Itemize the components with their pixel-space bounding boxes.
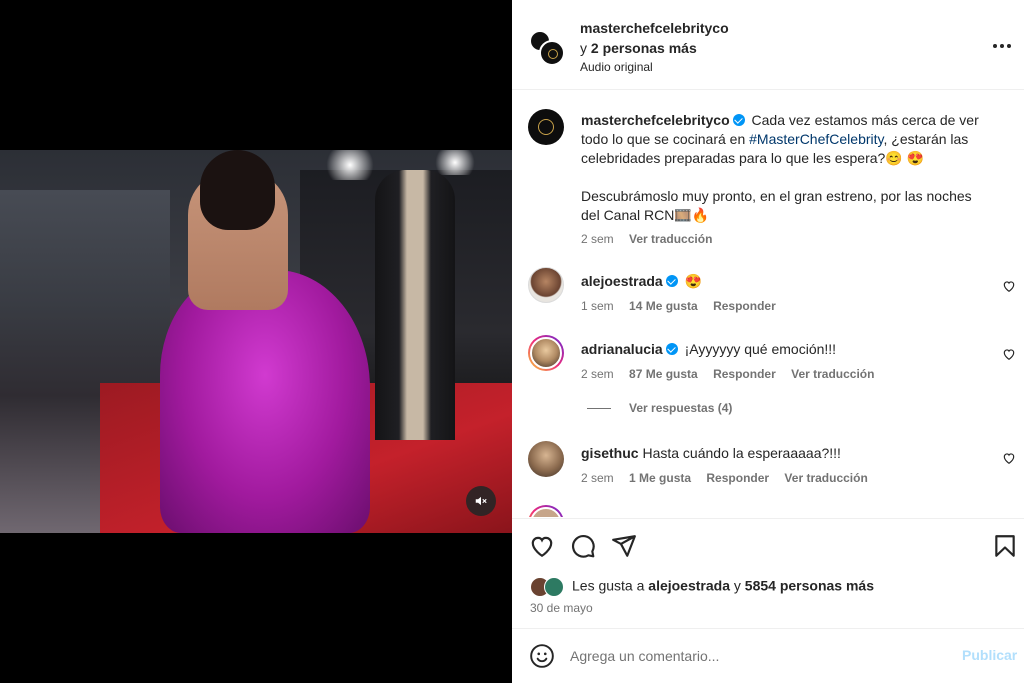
stage-light <box>430 150 480 175</box>
post-video[interactable] <box>0 150 512 533</box>
caption-part: Descubrámoslo muy pronto, en el gran est… <box>581 188 972 223</box>
translate-link[interactable]: Ver traducción <box>784 471 867 485</box>
avatar[interactable] <box>528 505 564 517</box>
post-header: masterchefcelebrityco y 2 personas más A… <box>512 0 1024 90</box>
heart-icon[interactable] <box>1002 451 1016 465</box>
comment-text: alejoestrada 😍 <box>581 272 981 291</box>
verified-icon <box>732 114 745 126</box>
avatar[interactable] <box>528 441 564 477</box>
comment-body: 😍 <box>684 273 703 289</box>
comment-meta: 1 sem 14 Me gusta Responder <box>581 299 788 313</box>
comment-meta: 2 sem 1 Me gusta Responder Ver traducció… <box>581 471 880 485</box>
comment-username[interactable]: adrianalucia <box>581 341 663 357</box>
comment-username[interactable]: gisethuc <box>581 445 639 461</box>
view-replies-button[interactable]: Ver respuestas (4) <box>581 401 732 415</box>
liker-avatars <box>530 577 570 597</box>
avatar[interactable] <box>528 335 564 371</box>
emoji-icon[interactable] <box>529 643 555 669</box>
heart-icon[interactable] <box>1002 279 1016 293</box>
caption-username[interactable]: masterchefcelebrityco <box>581 112 730 128</box>
mute-button[interactable] <box>466 486 496 516</box>
comment-body: ¡Ayyyyyy qué emoción!!! <box>684 341 837 357</box>
stage-light <box>320 150 380 180</box>
woman-hair <box>200 150 275 230</box>
timestamp[interactable]: 2 sem <box>581 367 614 381</box>
collab-others-count: 2 personas más <box>590 40 697 56</box>
liker-username[interactable]: alejoestrada <box>648 578 730 594</box>
avatar[interactable] <box>528 267 564 303</box>
comment-icon[interactable] <box>570 533 596 559</box>
avatar <box>539 40 565 66</box>
timestamp[interactable]: 2 sem <box>581 471 614 485</box>
comment-meta: 2 sem 87 Me gusta Responder Ver traducci… <box>581 367 886 381</box>
translate-link[interactable]: Ver traducción <box>629 232 712 246</box>
likes-prefix: Les gusta a <box>572 577 645 594</box>
reply-button[interactable]: Responder <box>706 471 769 485</box>
likes-count[interactable]: 87 Me gusta <box>629 367 698 381</box>
collab-avatars[interactable] <box>529 30 565 66</box>
comments-list[interactable]: masterchefcelebrityco Cada vez estamos m… <box>512 91 1024 517</box>
avatar[interactable] <box>528 109 564 145</box>
heart-icon[interactable] <box>1002 347 1016 361</box>
likes-summary[interactable]: Les gusta a alejoestrada y 5854 personas… <box>530 577 874 597</box>
reply-button[interactable]: Responder <box>713 367 776 381</box>
post-actions: Les gusta a alejoestrada y 5854 personas… <box>512 518 1024 628</box>
collab-others[interactable]: y 2 personas más <box>580 40 697 56</box>
comment-text: adrianalucia ¡Ayyyyyy qué emoción!!! <box>581 340 981 359</box>
verified-icon <box>665 275 678 287</box>
caption-meta: 2 sem Ver traducción <box>581 232 724 246</box>
comment-input[interactable] <box>570 645 950 667</box>
more-icon[interactable] <box>992 38 1012 54</box>
verified-icon <box>665 343 678 355</box>
comment-text: gisethuc Hasta cuándo la esperaaaaa?!!! <box>581 444 981 463</box>
timestamp[interactable]: 1 sem <box>581 299 614 313</box>
share-icon[interactable] <box>611 533 637 559</box>
translate-link[interactable]: Ver traducción <box>791 367 874 381</box>
post-button[interactable]: Publicar <box>962 647 1017 663</box>
mute-icon <box>475 496 487 506</box>
comment-username[interactable]: alejoestrada <box>581 273 663 289</box>
comment-body: Hasta cuándo la esperaaaaa?!!! <box>642 445 841 461</box>
man-in-suit <box>375 170 455 440</box>
comment-composer: Publicar <box>512 628 1024 683</box>
post-date[interactable]: 30 de mayo <box>530 601 593 615</box>
likes-count[interactable]: 1 Me gusta <box>629 471 691 485</box>
bookmark-icon[interactable] <box>992 533 1018 559</box>
reply-button[interactable]: Responder <box>713 299 776 313</box>
hashtag-link[interactable]: #MasterChefCelebrity <box>749 131 883 147</box>
caption-text: masterchefcelebrityco Cada vez estamos m… <box>581 111 981 225</box>
collab-prefix: y <box>580 40 587 56</box>
header-username[interactable]: masterchefcelebrityco <box>580 20 729 36</box>
audio-link[interactable]: Audio original <box>580 60 653 74</box>
post-media <box>0 0 512 683</box>
likes-others[interactable]: 5854 personas más <box>745 578 874 594</box>
likes-joiner: y <box>733 577 741 594</box>
timestamp[interactable]: 2 sem <box>581 232 614 246</box>
post-panel: masterchefcelebrityco y 2 personas más A… <box>512 0 1024 683</box>
heart-icon[interactable] <box>529 533 555 559</box>
likes-count[interactable]: 14 Me gusta <box>629 299 698 313</box>
